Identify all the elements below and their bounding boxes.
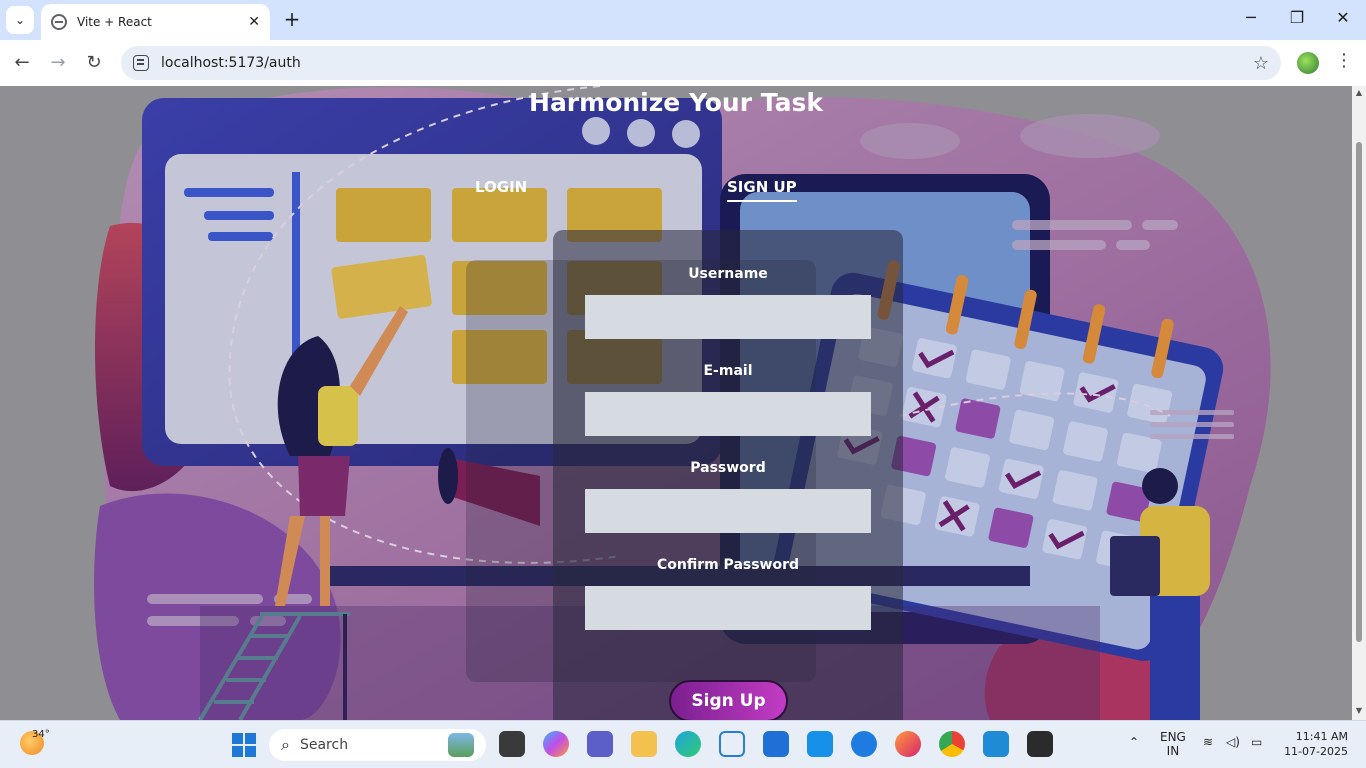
volume-icon[interactable]: ◁) xyxy=(1226,735,1240,749)
search-highlight-icon xyxy=(448,733,474,757)
tab-title: Vite + React xyxy=(77,15,152,29)
wifi-icon[interactable]: ≋ xyxy=(1203,735,1213,749)
signup-button[interactable]: Sign Up xyxy=(669,680,788,720)
profile-avatar[interactable] xyxy=(1297,52,1319,74)
edge-icon[interactable] xyxy=(675,731,701,757)
search-icon: ⌕ xyxy=(281,735,290,754)
chrome-icon[interactable] xyxy=(939,731,965,757)
username-label: Username xyxy=(688,266,768,282)
tab-signup[interactable]: SIGN UP xyxy=(727,178,797,202)
email-input[interactable] xyxy=(585,392,871,436)
browser-menu-icon[interactable]: ⋮ xyxy=(1334,50,1354,76)
page-viewport: Harmonize Your Task LOGIN SIGN UP Userna… xyxy=(0,86,1352,720)
back-icon[interactable]: ← xyxy=(9,50,35,76)
confirm-password-label: Confirm Password xyxy=(656,557,800,573)
password-label: Password xyxy=(690,460,766,476)
teams-icon[interactable] xyxy=(587,731,613,757)
reload-icon[interactable]: ↻ xyxy=(81,50,107,76)
scroll-up-icon[interactable]: ▲ xyxy=(1354,88,1364,97)
page-scrollbar[interactable]: ▲ ▼ xyxy=(1352,86,1366,720)
snipping-tool-icon[interactable] xyxy=(719,731,745,757)
password-input[interactable] xyxy=(585,489,871,533)
browser-tab[interactable]: Vite + React ✕ xyxy=(41,4,270,40)
scroll-down-icon[interactable]: ▼ xyxy=(1354,706,1364,715)
taskbar: 34° ⌕ Search ⌃ ENG IN ≋ ◁) ▭ 11:41 AM 11… xyxy=(0,720,1366,768)
bookmark-star-icon[interactable]: ☆ xyxy=(1253,53,1269,74)
language-indicator[interactable]: ENG IN xyxy=(1160,730,1186,758)
restore-icon[interactable]: ❐ xyxy=(1282,8,1312,32)
copilot-icon[interactable] xyxy=(543,731,569,757)
tab-search-button[interactable]: ⌄ xyxy=(6,6,34,34)
firefox-icon[interactable] xyxy=(895,731,921,757)
email-label: E-mail xyxy=(703,363,753,379)
clock-date: 11-07-2025 xyxy=(1284,745,1348,758)
terminal-icon[interactable] xyxy=(1027,731,1053,757)
myhp-icon[interactable] xyxy=(807,731,833,757)
globe-icon xyxy=(51,14,67,30)
forward-icon[interactable]: → xyxy=(45,50,71,76)
vscode-icon[interactable] xyxy=(983,731,1009,757)
close-tab-icon[interactable]: ✕ xyxy=(248,14,260,30)
taskbar-search-text: Search xyxy=(299,737,349,753)
confirm-password-input[interactable] xyxy=(585,586,871,630)
clock-time: 11:41 AM xyxy=(1295,730,1348,743)
scrollbar-thumb[interactable] xyxy=(1356,142,1362,642)
windows-start-icon[interactable] xyxy=(232,733,256,757)
page-title: Harmonize Your Task xyxy=(529,88,823,117)
system-clock[interactable]: 11:41 AM 11-07-2025 xyxy=(1284,729,1348,759)
tab-login[interactable]: LOGIN xyxy=(475,178,527,196)
browser-toolbar: ← → ↻ localhost:5173/auth ☆ ⋮ xyxy=(0,40,1366,86)
site-info-icon[interactable] xyxy=(133,55,149,71)
region-code: IN xyxy=(1166,744,1180,758)
help-icon[interactable] xyxy=(851,731,877,757)
task-view-icon[interactable] xyxy=(499,731,525,757)
taskbar-search[interactable]: ⌕ Search xyxy=(269,729,486,761)
username-input[interactable] xyxy=(585,295,871,339)
url-text[interactable]: localhost:5173/auth xyxy=(161,55,1253,71)
language-code: ENG xyxy=(1160,730,1186,744)
store-icon[interactable] xyxy=(763,731,789,757)
file-explorer-icon[interactable] xyxy=(631,731,657,757)
minimize-icon[interactable]: ─ xyxy=(1236,8,1266,32)
new-tab-button[interactable]: + xyxy=(280,8,304,32)
window-close-icon[interactable]: ✕ xyxy=(1328,8,1358,32)
tab-strip: ⌄ Vite + React ✕ + ─ ❐ ✕ xyxy=(0,0,1366,40)
battery-icon[interactable]: ▭ xyxy=(1251,735,1262,749)
tray-overflow-icon[interactable]: ⌃ xyxy=(1129,735,1139,749)
address-bar[interactable]: localhost:5173/auth ☆ xyxy=(121,46,1281,80)
weather-temp: 34° xyxy=(32,729,50,740)
